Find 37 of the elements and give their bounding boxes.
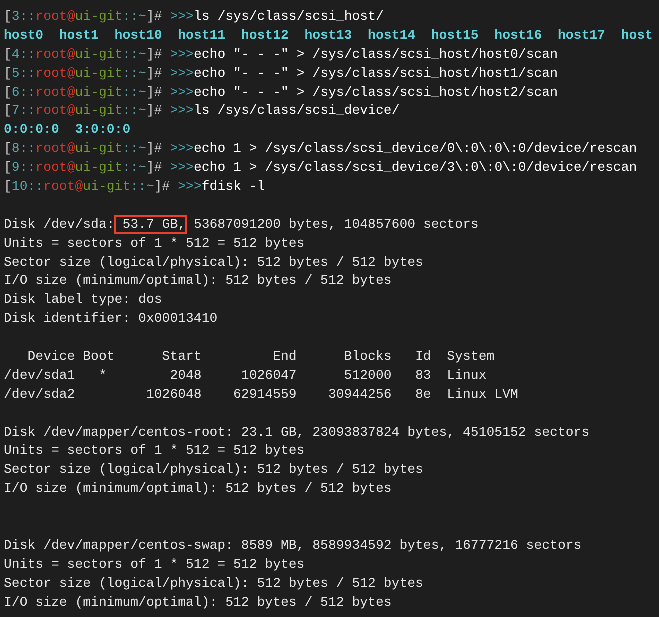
output-text: /dev/sda2 1026048 62914559 30944256 8e Linux LVM bbox=[4, 386, 518, 402]
command-prompt: [10::root@ui-git::~]# >>> bbox=[4, 179, 202, 194]
output-text: Sector size (logical/physical): 512 bytes / 512 bytes bbox=[4, 254, 424, 270]
command-text: ls /sys/class/scsi_device/ bbox=[194, 103, 400, 118]
command-prompt: [9::root@ui-git::~]# >>> bbox=[4, 160, 194, 176]
command-prompt: [4::root@ui-git::~]# >>> bbox=[4, 46, 194, 62]
output-text: 53687091200 bytes, 104857600 sectors bbox=[192, 216, 479, 232]
output-text: Units = sectors of 1 * 512 = 512 bytes bbox=[4, 443, 305, 458]
output-text: Disk /dev/mapper/centos-root: 23.1 GB, 23093837824 bytes, 45105152 sectors bbox=[4, 424, 590, 440]
output-text: I/O size (minimum/optimal): 512 bytes / 512 bytes bbox=[4, 273, 392, 288]
output-text: Units = sectors of 1 * 512 = 512 bytes bbox=[4, 556, 305, 572]
highlighted-text: 53.7 GB, bbox=[114, 216, 186, 233]
command-text: ls /sys/class/scsi_host/ bbox=[194, 9, 384, 24]
command-text: echo "- - -" > /sys/class/scsi_host/host1/scan bbox=[194, 66, 558, 81]
command-text: echo "- - -" > /sys/class/scsi_host/host2/scan bbox=[194, 84, 558, 100]
command-text: echo 1 > /sys/class/scsi_device/3\:0\:0\:0/device/rescan bbox=[194, 160, 638, 176]
output-text: I/O size (minimum/optimal): 512 bytes / 512 bytes bbox=[4, 594, 392, 610]
output-text: Disk /dev/sda: bbox=[4, 216, 115, 232]
command-prompt: [8::root@ui-git::~]# >>> bbox=[4, 141, 194, 156]
output-text: Device Boot Start End Blocks Id System bbox=[26, 349, 495, 364]
command-text: fdisk -l bbox=[202, 179, 266, 194]
directory-listing: 0:0:0:0 3:0:0:0 bbox=[4, 122, 131, 138]
output-text: I/O size (minimum/optimal): 512 bytes / 512 bytes bbox=[4, 481, 392, 496]
output-text: /dev/sda1 * 2048 1026047 512000 83 Linux bbox=[4, 368, 487, 383]
output-text: Disk /dev/mapper/centos-swap: 8589 MB, 8589934592 bytes, 16777216 sectors bbox=[4, 538, 582, 553]
command-prompt: [6::root@ui-git::~]# >>> bbox=[4, 84, 194, 100]
output-text: Sector size (logical/physical): 512 bytes / 512 bytes bbox=[4, 462, 424, 478]
command-prompt: [7::root@ui-git::~]# >>> bbox=[4, 103, 194, 118]
command-prompt: [3::root@ui-git::~]# >>> bbox=[4, 9, 194, 24]
output-text: Sector size (logical/physical): 512 bytes / 512 bytes bbox=[4, 576, 424, 591]
output-text: Disk label type: dos bbox=[4, 292, 162, 308]
command-text: echo "- - -" > /sys/class/scsi_host/host0/scan bbox=[194, 46, 558, 62]
output-text: Disk identifier: 0x00013410 bbox=[4, 311, 218, 326]
directory-listing: host0 host1 host10 host11 host12 host13 host14 host15 host16 host17 host bbox=[4, 28, 653, 43]
command-prompt: [5::root@ui-git::~]# >>> bbox=[4, 66, 194, 81]
output-text: Units = sectors of 1 * 512 = 512 bytes bbox=[4, 236, 305, 251]
command-text: echo 1 > /sys/class/scsi_device/0\:0\:0\:0/device/rescan bbox=[194, 141, 638, 156]
